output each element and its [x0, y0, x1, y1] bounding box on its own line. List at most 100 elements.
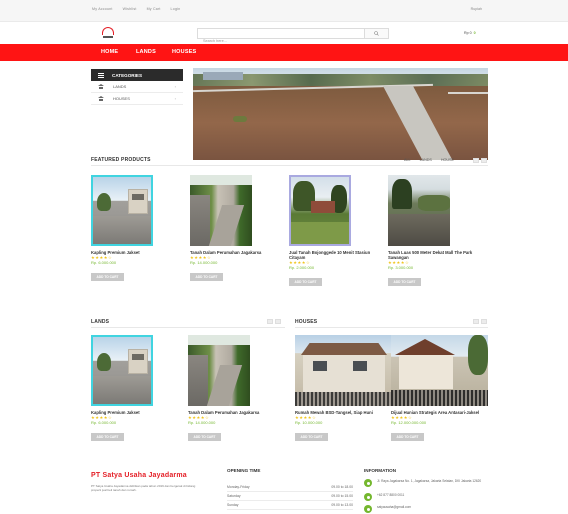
houses-pager — [473, 319, 487, 324]
product-card[interactable]: Dijual Hunian Strategis Area Antasari-Ja… — [391, 335, 488, 443]
category-label: LANDS — [113, 84, 127, 89]
site-logo[interactable] — [100, 26, 116, 40]
opening-time-title: OPENING TIME — [227, 468, 261, 473]
product-card[interactable]: Tanah Dalam Perumahan Jagakarsa ★★★★☆ Rp… — [188, 335, 283, 443]
my-cart-link[interactable]: My Cart — [147, 7, 161, 11]
hours-time: 09.00 to 13.00 — [331, 503, 353, 507]
product-price: Rp. 3.000.000 — [388, 265, 414, 270]
search-bar — [197, 28, 389, 46]
nav-houses[interactable]: HOUSES — [172, 49, 196, 55]
product-price: Rp. 14.000.000 — [190, 260, 218, 265]
footer-description: PT Satya Usaha Jayadarma didirikan pada … — [91, 484, 196, 492]
location-icon — [364, 479, 372, 487]
search-button[interactable] — [364, 29, 388, 38]
hours-day: Monday-Friday — [227, 485, 250, 489]
phone-text[interactable]: +62 877 8800 0011 — [377, 493, 404, 497]
add-to-cart-button[interactable]: ADD TO CART — [391, 433, 424, 441]
product-image[interactable] — [289, 175, 351, 246]
lands-pager — [267, 319, 281, 324]
categories-header: CATEGORIES — [91, 69, 183, 81]
product-card[interactable]: Tanah Dalam Perumahan Jagakarsa ★★★★☆ Rp… — [190, 175, 285, 283]
hero-banner[interactable] — [193, 68, 488, 160]
chevron-right-icon: › — [174, 84, 176, 89]
add-to-cart-button[interactable]: ADD TO CART — [295, 433, 328, 441]
product-image[interactable] — [388, 175, 450, 246]
email-text[interactable]: satyausaha@gmail.com — [377, 505, 411, 509]
product-card[interactable]: Jual Tanah Bojonggede 10 Menit Stasiun C… — [289, 175, 384, 288]
next-button[interactable] — [275, 319, 281, 324]
account-links: My Account Wishlist My Cart Login — [92, 7, 180, 11]
product-price: Rp. 12.000.000.000 — [391, 420, 427, 425]
filter-lands[interactable]: LANDS — [420, 158, 432, 162]
address-row: Jl. Raya Jagakarsa No. 1, Jagakarsa, Jak… — [364, 479, 494, 487]
product-price: Rp. 2.000.000 — [289, 265, 315, 270]
add-to-cart-button[interactable]: ADD TO CART — [388, 278, 421, 286]
product-card[interactable]: Tanah Luas 500 Meter Dekat Mall The Park… — [388, 175, 483, 288]
prev-button[interactable] — [473, 158, 479, 163]
prev-button[interactable] — [267, 319, 273, 324]
featured-filters: ALL LANDS HOUSE — [404, 158, 454, 162]
login-link[interactable]: Login — [171, 7, 181, 11]
top-bar: My Account Wishlist My Cart Login Rupiah — [0, 0, 568, 22]
phone-row: +62 877 8800 0011 — [364, 493, 494, 501]
product-image[interactable] — [190, 175, 252, 246]
my-account-link[interactable]: My Account — [92, 7, 113, 11]
product-price: Rp. 6.000.000 — [91, 420, 117, 425]
houses-title: HOUSES — [295, 319, 318, 325]
cart-count: 0 — [473, 31, 476, 35]
currency-selector[interactable]: Rupiah — [471, 7, 482, 11]
product-card[interactable]: Rumah Mewah BSD-Tangsel, Siap Huni ★★★★☆… — [295, 335, 391, 443]
product-price: Rp. 14.000.000 — [188, 420, 216, 425]
product-name[interactable]: Tanah Luas 500 Meter Dekat Mall The Park… — [388, 250, 483, 260]
next-button[interactable] — [481, 158, 487, 163]
featured-title: FEATURED PRODUCTS — [91, 157, 151, 163]
hours-row: Sunday 09.00 to 13.00 — [227, 501, 353, 510]
logo-arch — [102, 27, 114, 35]
prev-button[interactable] — [473, 319, 479, 324]
product-card[interactable]: Kapling Premium Jakset ★★★★☆ Rp. 6.000.0… — [91, 175, 157, 283]
category-item-lands[interactable]: LANDS › — [91, 81, 183, 93]
product-image[interactable] — [91, 335, 153, 406]
product-name[interactable]: Jual Tanah Bojonggede 10 Menit Stasiun C… — [289, 250, 384, 260]
product-image[interactable] — [188, 335, 250, 406]
next-button[interactable] — [481, 319, 487, 324]
hours-row: Monday-Friday 09.00 to 18.00 — [227, 483, 353, 492]
home-icon — [98, 96, 104, 101]
lands-title: LANDS — [91, 319, 110, 325]
hero-building — [203, 72, 243, 80]
categories-title: CATEGORIES — [112, 72, 143, 78]
product-image[interactable] — [295, 335, 391, 406]
menu-icon — [98, 72, 104, 78]
add-to-cart-button[interactable]: ADD TO CART — [190, 273, 223, 281]
home-icon — [98, 84, 104, 89]
nav-lands[interactable]: LANDS — [136, 49, 156, 55]
hours-day: Saturday — [227, 494, 241, 498]
phone-icon — [364, 493, 372, 501]
featured-pager — [473, 158, 487, 163]
nav-home[interactable]: HOME — [101, 49, 118, 55]
information-title: INFORMATION — [364, 468, 397, 473]
hours-row: Saturday 09.00 to 15.00 — [227, 492, 353, 501]
product-price: Rp. 10.000.000 — [295, 420, 323, 425]
add-to-cart-button[interactable]: ADD TO CART — [91, 433, 124, 441]
email-row: satyausaha@gmail.com — [364, 505, 494, 513]
wishlist-link[interactable]: Wishlist — [123, 7, 137, 11]
hero-grass — [233, 116, 247, 122]
address-text: Jl. Raya Jagakarsa No. 1, Jagakarsa, Jak… — [377, 479, 482, 483]
filter-house[interactable]: HOUSE — [441, 158, 454, 162]
cart-summary[interactable]: Rp 0 0 — [464, 31, 476, 35]
section-divider — [91, 165, 488, 166]
product-image[interactable] — [391, 335, 488, 406]
footer-brand: PT Satya Usaha Jayadarma — [91, 472, 187, 479]
filter-all[interactable]: ALL — [404, 158, 411, 162]
add-to-cart-button[interactable]: ADD TO CART — [289, 278, 322, 286]
product-image[interactable] — [91, 175, 153, 246]
add-to-cart-button[interactable]: ADD TO CART — [91, 273, 124, 281]
product-card[interactable]: Kapling Premium Jakset ★★★★☆ Rp. 6.000.0… — [91, 335, 157, 443]
product-price: Rp. 6.000.000 — [91, 260, 117, 265]
add-to-cart-button[interactable]: ADD TO CART — [188, 433, 221, 441]
logo-base — [103, 36, 113, 38]
hours-time: 09.00 to 15.00 — [331, 494, 353, 498]
hours-time: 09.00 to 18.00 — [331, 485, 353, 489]
category-item-houses[interactable]: HOUSES › — [91, 93, 183, 105]
